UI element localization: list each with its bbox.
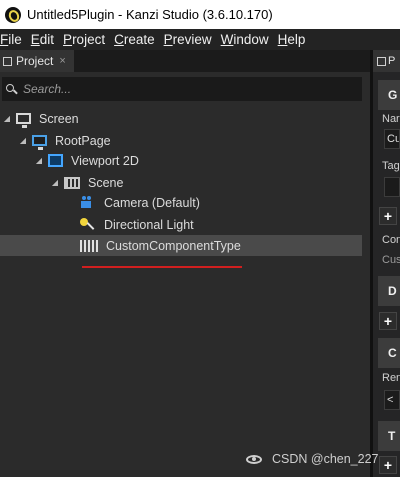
expand-arrow-icon[interactable]: ◢ xyxy=(34,156,44,165)
tree-item-label: Directional Light xyxy=(104,217,194,232)
tags-field[interactable] xyxy=(384,177,400,197)
tab-properties[interactable]: P xyxy=(373,50,400,72)
menu-file[interactable]: File xyxy=(0,32,22,47)
menu-bar: File Edit Project Create Preview Window … xyxy=(0,29,400,50)
property-label: Tag xyxy=(382,160,400,172)
tree-item-label: RootPage xyxy=(55,133,111,148)
add-button[interactable]: + xyxy=(379,207,397,225)
tree-item-customcomponenttype[interactable]: CustomComponentType xyxy=(0,235,362,256)
menu-project-key: P xyxy=(63,32,73,47)
watermark: CSDN @chen_227 xyxy=(246,452,379,466)
camera-icon xyxy=(80,196,96,209)
menu-window-key: W xyxy=(220,32,234,47)
menu-edit[interactable]: Edit xyxy=(31,32,54,47)
tree-item-label: Screen xyxy=(39,111,79,126)
viewport-icon xyxy=(48,154,63,167)
menu-help-key: H xyxy=(277,32,288,47)
search-placeholder: Search... xyxy=(23,82,72,96)
tree-item-label: Scene xyxy=(88,175,124,190)
render-field[interactable]: < xyxy=(384,390,400,410)
properties-section-header[interactable]: T xyxy=(378,421,400,451)
tree-item-scene[interactable]: ◢ Scene xyxy=(50,172,362,193)
light-icon xyxy=(80,217,96,232)
expand-arrow-icon[interactable]: ◢ xyxy=(50,178,60,187)
page-icon xyxy=(32,135,47,150)
menu-preview-rest: review xyxy=(172,32,212,47)
properties-panel: P G Nar Cu Tag + Con Cus D + C Ren < T + xyxy=(370,50,400,477)
tab-properties-label: P xyxy=(388,55,396,67)
properties-section-header[interactable]: C xyxy=(378,338,400,368)
menu-help-rest: elp xyxy=(287,32,306,47)
property-label: Ren xyxy=(382,372,400,384)
tree-item-screen[interactable]: ◢ Screen xyxy=(2,108,362,129)
expand-arrow-icon[interactable]: ◢ xyxy=(18,136,28,145)
pin-icon xyxy=(377,56,386,66)
menu-create-key: C xyxy=(114,32,124,47)
property-label: Cus xyxy=(382,254,400,266)
window-title: Untitled5Plugin - Kanzi Studio (3.6.10.1… xyxy=(27,7,273,22)
project-panel: Project × Search... ◢ Screen ◢ RootPage … xyxy=(0,50,370,477)
property-label: Nar xyxy=(382,113,400,125)
title-bar: Untitled5Plugin - Kanzi Studio (3.6.10.1… xyxy=(0,0,400,29)
tab-project-label: Project xyxy=(16,54,54,68)
search-icon xyxy=(6,83,17,95)
search-input[interactable]: Search... xyxy=(2,77,362,101)
menu-project[interactable]: Project xyxy=(63,32,105,47)
tab-project[interactable]: Project × xyxy=(0,50,74,72)
properties-panel-body: G Nar Cu Tag + Con Cus D + C Ren < T + xyxy=(373,72,400,477)
menu-window-rest: indow xyxy=(233,32,269,47)
component-icon xyxy=(80,239,98,252)
add-button[interactable]: + xyxy=(379,312,397,330)
menu-window[interactable]: Window xyxy=(221,32,269,47)
eye-icon xyxy=(246,454,262,464)
screen-icon xyxy=(16,113,31,128)
properties-section-header[interactable]: D xyxy=(378,276,400,306)
project-tab-row: Project × xyxy=(0,50,370,72)
property-label: Con xyxy=(382,234,400,246)
add-button[interactable]: + xyxy=(379,456,397,474)
scene-icon xyxy=(64,176,80,189)
tree-item-viewport-2d[interactable]: ◢ Viewport 2D xyxy=(34,150,362,171)
menu-create[interactable]: Create xyxy=(114,32,155,47)
tree-item-directional-light[interactable]: Directional Light xyxy=(66,214,362,235)
close-icon[interactable]: × xyxy=(59,55,65,67)
menu-file-key: F xyxy=(0,32,9,47)
watermark-text: CSDN @chen_227 xyxy=(272,452,379,466)
kanzi-logo-icon xyxy=(5,6,21,23)
expand-arrow-icon[interactable]: ◢ xyxy=(2,114,12,123)
menu-preview[interactable]: Preview xyxy=(164,32,212,47)
menu-preview-key: P xyxy=(163,32,173,47)
annotation-underline xyxy=(82,266,242,268)
tree-item-label: Camera (Default) xyxy=(104,195,200,210)
menu-edit-rest: dit xyxy=(39,32,55,47)
tree-item-label: Viewport 2D xyxy=(71,153,139,168)
menu-edit-key: E xyxy=(30,32,40,47)
menu-project-rest: roject xyxy=(72,32,106,47)
tree-item-camera[interactable]: Camera (Default) xyxy=(66,192,362,213)
pin-icon xyxy=(3,56,12,66)
menu-file-rest: ile xyxy=(8,32,22,47)
tree-item-rootpage[interactable]: ◢ RootPage xyxy=(18,130,362,151)
properties-section-header[interactable]: G xyxy=(378,80,400,110)
tree-item-label: CustomComponentType xyxy=(106,238,241,253)
menu-help[interactable]: Help xyxy=(278,32,306,47)
name-field[interactable]: Cu xyxy=(384,129,400,149)
menu-create-rest: reate xyxy=(123,32,155,47)
